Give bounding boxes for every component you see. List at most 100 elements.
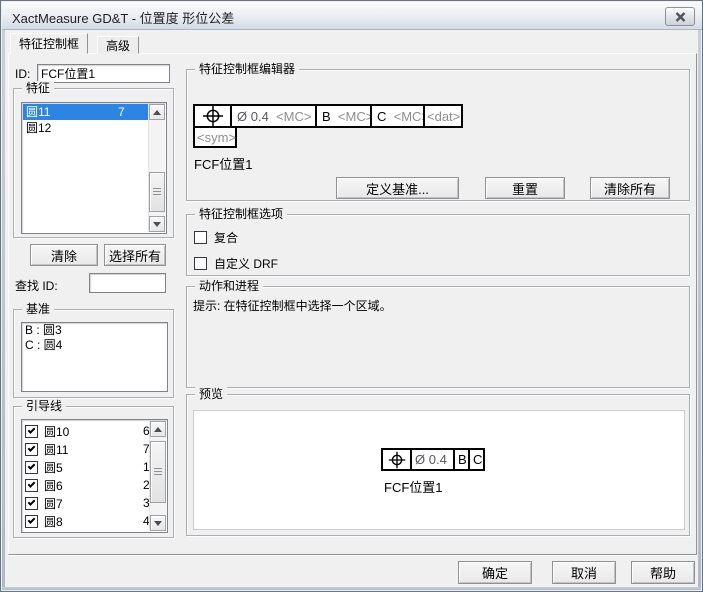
- fcf-tolerance-cell[interactable]: Ø 0.4 <MC>: [230, 104, 317, 128]
- list-item-leader[interactable]: 圆11 7: [25, 440, 148, 458]
- arrow-down-icon: [153, 222, 161, 227]
- scrollbar-thumb[interactable]: [150, 441, 166, 503]
- list-item-feature[interactable]: 圆12: [23, 120, 148, 136]
- arrow-up-icon: [154, 427, 162, 432]
- leader-checkbox[interactable]: [25, 461, 38, 474]
- composite-checkbox[interactable]: [194, 231, 207, 244]
- leader-checkbox[interactable]: [25, 533, 38, 534]
- fcf-sym-cell[interactable]: <sym>: [193, 126, 237, 148]
- window-frame-right: [698, 29, 701, 590]
- fcf-name-label: FCF位置1: [194, 154, 253, 173]
- composite-label: 复合: [214, 229, 238, 246]
- dat-placeholder: <dat>: [427, 109, 460, 124]
- composite-option[interactable]: 复合: [194, 229, 238, 246]
- scrollbar-thumb[interactable]: [149, 172, 165, 212]
- scroll-up-button[interactable]: [150, 421, 166, 437]
- editor-group-title: 特征控制框编辑器: [195, 62, 299, 76]
- tab-label: 高级: [106, 37, 130, 54]
- check-icon: [28, 498, 36, 506]
- leader-list[interactable]: 圆10 6 圆11 7 圆5 1 圆6 2: [21, 419, 168, 533]
- arrow-up-icon: [153, 110, 161, 115]
- diameter-symbol: Ø: [237, 109, 247, 124]
- custom-drf-label: 自定义 DRF: [214, 255, 278, 272]
- actions-group-title: 动作和进程: [195, 279, 263, 293]
- fcf-symbol-cell[interactable]: [193, 104, 232, 128]
- list-item-leader[interactable]: 圆7 3: [25, 494, 148, 512]
- tab-label: 特征控制框: [19, 35, 79, 52]
- preview-symbol-cell: [381, 448, 412, 471]
- leader-checkbox[interactable]: [25, 515, 38, 528]
- features-list[interactable]: 圆11 7 圆12: [21, 102, 167, 234]
- clear-all-button[interactable]: 清除所有: [590, 177, 670, 199]
- dialog-window: XactMeasure GD&T - 位置度 形位公差 特征控制框 高级 ID:…: [0, 0, 703, 592]
- id-label: ID:: [15, 67, 30, 81]
- fcf-dat-cell[interactable]: <dat>: [423, 104, 463, 128]
- list-item-leader[interactable]: 圆5 1: [25, 458, 148, 476]
- close-icon: [675, 12, 686, 22]
- tab-advanced[interactable]: 高级: [97, 36, 139, 54]
- leader-checkbox[interactable]: [25, 425, 38, 438]
- list-item-leader[interactable]: 圆10 6: [25, 422, 148, 440]
- check-icon: [28, 444, 36, 452]
- leader-checkbox[interactable]: [25, 497, 38, 510]
- fcf-editor-row2: <sym>: [193, 126, 237, 148]
- scroll-down-button[interactable]: [149, 216, 165, 232]
- custom-drf-option[interactable]: 自定义 DRF: [194, 255, 278, 272]
- features-scrollbar[interactable]: [148, 104, 165, 232]
- arrow-down-icon: [154, 521, 162, 526]
- fcf-editor-row: Ø 0.4 <MC> B <MC> C <MC> <dat>: [193, 104, 463, 128]
- hint-text: 提示: 在特征控制框中选择一个区域。: [193, 297, 392, 314]
- grip-icon: [153, 188, 161, 196]
- features-group-title: 特征: [22, 81, 54, 95]
- list-item-datum[interactable]: B : 圆3: [22, 323, 167, 338]
- custom-drf-checkbox[interactable]: [194, 257, 207, 270]
- list-item-leader[interactable]: 圆9 5: [25, 530, 148, 533]
- feature-count: 7: [118, 104, 125, 120]
- preview-tolerance-cell: Ø 0.4: [410, 448, 455, 471]
- fcf-datum-c-cell[interactable]: C <MC>: [370, 104, 425, 128]
- list-item-leader[interactable]: 圆8 4: [25, 512, 148, 530]
- check-icon: [28, 480, 36, 488]
- datums-list[interactable]: B : 圆3 C : 圆4: [21, 322, 168, 392]
- leader-checkbox[interactable]: [25, 479, 38, 492]
- preview-fcf-name: FCF位置1: [384, 477, 443, 496]
- position-symbol-icon: [202, 105, 224, 127]
- datum-letter: C: [377, 109, 386, 124]
- title-bar[interactable]: XactMeasure GD&T - 位置度 形位公差: [2, 2, 703, 30]
- scroll-up-button[interactable]: [149, 104, 165, 120]
- options-group-title: 特征控制框选项: [195, 207, 287, 221]
- find-id-label: 查找 ID:: [15, 277, 58, 294]
- tab-feature-control-frame[interactable]: 特征控制框: [10, 33, 88, 54]
- scroll-down-button[interactable]: [150, 515, 166, 531]
- list-item-feature[interactable]: 圆11 7: [23, 104, 148, 120]
- preview-group-title: 预览: [195, 387, 227, 401]
- define-datum-button[interactable]: 定义基准...: [336, 177, 459, 199]
- preview-canvas: Ø 0.4 B C FCF位置1: [193, 410, 685, 530]
- window-frame-bottom: [2, 587, 701, 590]
- datum-letter: B: [322, 109, 331, 124]
- sym-placeholder: <sym>: [197, 130, 236, 145]
- cancel-button[interactable]: 取消: [552, 561, 616, 584]
- grip-icon: [154, 468, 162, 476]
- list-item-leader[interactable]: 圆6 2: [25, 476, 148, 494]
- leader-group-title: 引导线: [22, 399, 66, 413]
- find-id-input[interactable]: [89, 273, 166, 293]
- id-input[interactable]: [37, 64, 170, 83]
- fcf-datum-b-cell[interactable]: B <MC>: [315, 104, 372, 128]
- preview-fcf: Ø 0.4 B C: [381, 448, 485, 471]
- tolerance-value: 0.4: [251, 109, 269, 124]
- clear-button[interactable]: 清除: [30, 244, 98, 266]
- window-title: XactMeasure GD&T - 位置度 形位公差: [12, 8, 234, 27]
- help-button[interactable]: 帮助: [631, 561, 695, 584]
- position-symbol-icon: [388, 451, 406, 469]
- window-frame-left: [2, 29, 5, 590]
- select-all-button[interactable]: 选择所有: [104, 244, 166, 266]
- close-button[interactable]: [665, 7, 695, 26]
- list-item-datum[interactable]: C : 圆4: [22, 338, 167, 353]
- check-icon: [28, 516, 36, 524]
- leader-checkbox[interactable]: [25, 443, 38, 456]
- ok-button[interactable]: 确定: [458, 561, 532, 584]
- reset-button[interactable]: 重置: [485, 177, 565, 199]
- tolerance-value: 0.4: [429, 452, 447, 467]
- leader-scrollbar[interactable]: [149, 421, 166, 531]
